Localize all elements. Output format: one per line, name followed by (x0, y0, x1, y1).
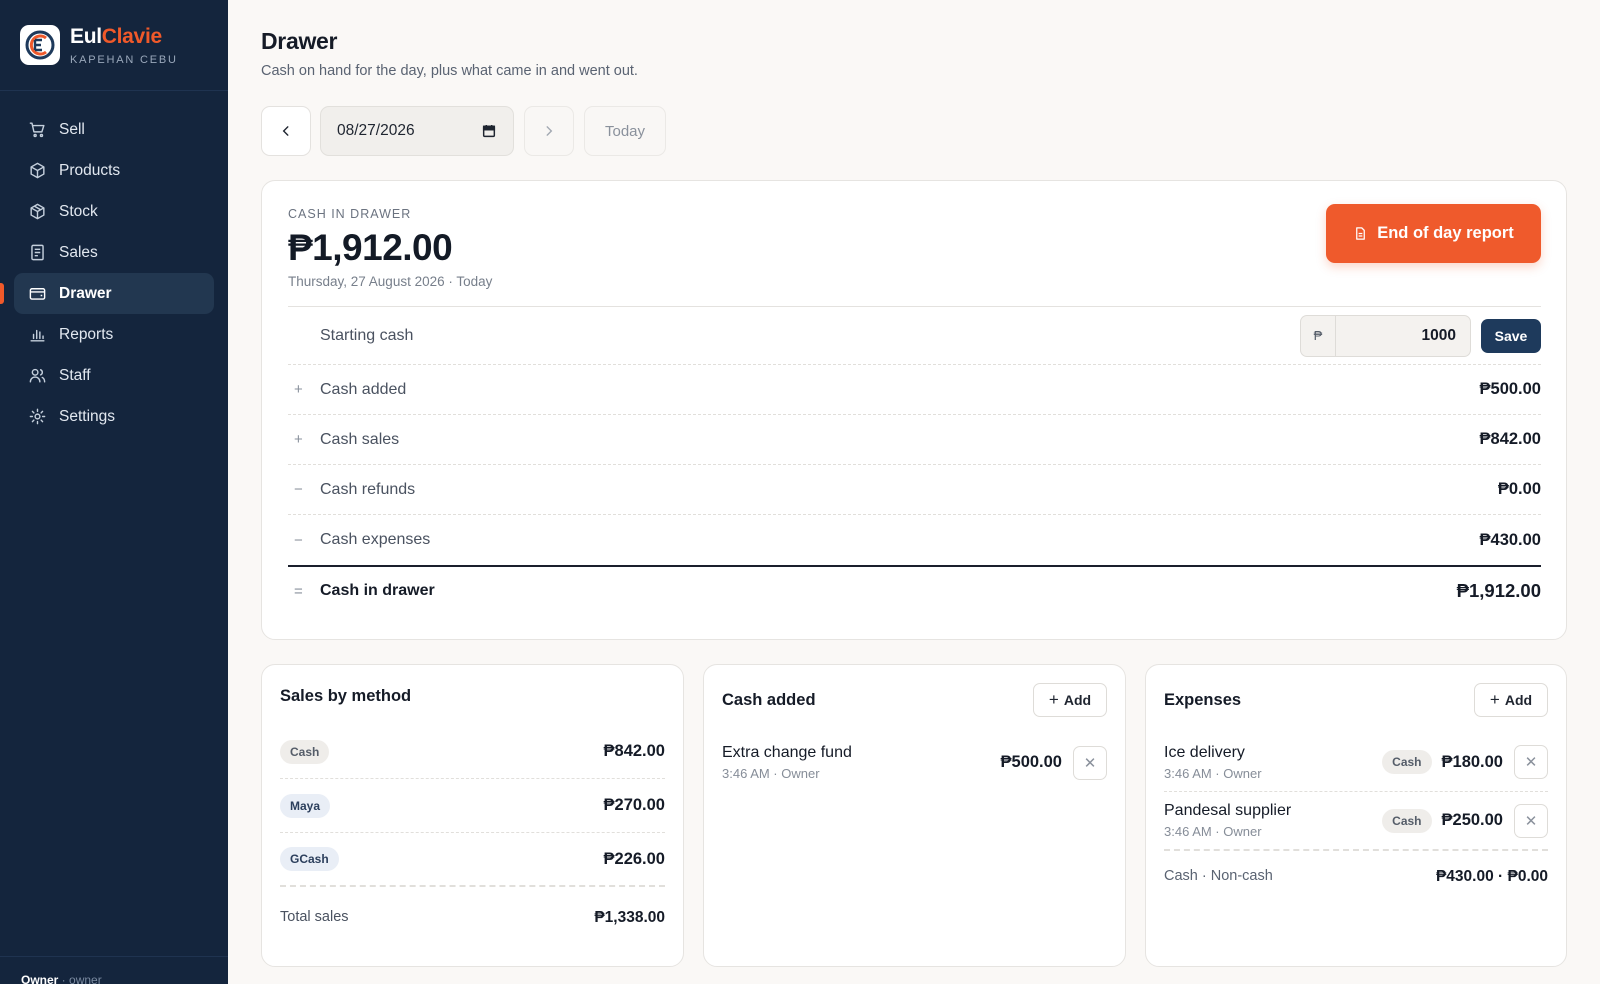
method-badge: Cash (1382, 750, 1432, 774)
plus-icon: + (1048, 690, 1059, 709)
plus-icon: + (1489, 690, 1500, 709)
brand[interactable]: EulClavie KAPEHAN CEBU (0, 0, 228, 91)
today-button[interactable]: Today (584, 106, 666, 156)
next-day-button[interactable] (524, 106, 574, 156)
box-icon (30, 162, 45, 179)
sidebar-item-label: Staff (59, 366, 91, 384)
bar-chart-icon (30, 329, 45, 342)
equals-sign: = (294, 582, 303, 600)
sidebar-item-label: Settings (59, 407, 116, 425)
total-sales-row: Total sales ₱1,338.00 (280, 909, 665, 926)
close-icon: ✕ (1083, 754, 1097, 772)
wallet-icon (29, 288, 46, 300)
sidebar-item-label: Sell (59, 120, 85, 138)
plus-sign: + (294, 431, 303, 448)
close-icon: ✕ (1524, 812, 1538, 830)
add-cash-button[interactable]: + Add (1033, 683, 1107, 717)
sidebar-item-sales[interactable]: Sales (14, 232, 214, 273)
users-icon (29, 368, 46, 383)
cash-in-drawer-amount: ₱1,912.00 (288, 227, 453, 268)
receipt-icon (31, 244, 44, 261)
sidebar-item-label: Reports (59, 325, 114, 343)
method-row: GCash ₱226.00 (280, 833, 665, 887)
user-name: Owner (21, 973, 59, 984)
sidebar-item-products[interactable]: Products (14, 150, 214, 191)
method-row: Maya ₱270.00 (280, 779, 665, 833)
cash-added-row: + Cash added ₱500.00 (288, 365, 1541, 415)
card-title: Cash added (722, 691, 816, 709)
sidebar-item-reports[interactable]: Reports (14, 314, 214, 355)
sidebar: EulClavie KAPEHAN CEBU Sell Products Sto… (0, 0, 228, 984)
user-role: owner (69, 973, 102, 984)
sidebar-item-drawer[interactable]: Drawer (0, 273, 214, 314)
date-navigator: 08/27/2026 Today (261, 106, 666, 156)
previous-day-button[interactable] (261, 106, 311, 156)
remove-entry-button[interactable]: ✕ (1514, 745, 1548, 779)
package-icon (30, 203, 45, 220)
sidebar-user: Owner · owner (0, 956, 228, 984)
sidebar-nav: Sell Products Stock Sales Drawer Reports… (0, 91, 228, 437)
list-item: Extra change fund 3:46 AM · Owner ₱500.0… (722, 733, 1107, 792)
currency-symbol: ₱ (1300, 314, 1335, 357)
cash-in-drawer-card: CASH IN DRAWER ₱1,912.00 Thursday, 27 Au… (261, 180, 1567, 640)
cash-expenses-row: − Cash expenses ₱430.00 (288, 515, 1541, 565)
list-item: Ice delivery 3:46 AM · Owner Cash ₱180.0… (1164, 733, 1548, 792)
minus-sign: − (294, 481, 303, 498)
cash-sales-row: + Cash sales ₱842.00 (288, 415, 1541, 465)
list-item: Pandesal supplier 3:46 AM · Owner Cash ₱… (1164, 792, 1548, 851)
cash-in-drawer-label: CASH IN DRAWER (288, 207, 412, 221)
chevron-right-icon (546, 126, 553, 136)
date-input[interactable]: 08/27/2026 (320, 106, 514, 156)
card-title: Expenses (1164, 691, 1242, 709)
cash-added-card: Cash added + Add Extra change fund 3:46 A… (703, 664, 1126, 967)
starting-cash-group: ₱ Save (1300, 314, 1541, 357)
close-icon: ✕ (1524, 754, 1538, 771)
chevron-left-icon (282, 126, 289, 136)
save-button[interactable]: Save (1481, 318, 1541, 353)
sidebar-item-sell[interactable]: Sell (14, 109, 214, 150)
document-icon (1356, 227, 1366, 240)
sidebar-item-label: Sales (59, 243, 98, 261)
expenses-card: Expenses + Add Ice delivery 3:46 AM · Own… (1145, 664, 1567, 967)
method-badge: GCash (280, 847, 339, 871)
cash-refunds-row: − Cash refunds ₱0.00 (288, 465, 1541, 515)
sidebar-item-label: Drawer (59, 284, 112, 302)
brand-subtitle: KAPEHAN CEBU (70, 53, 178, 66)
cart-icon (29, 122, 45, 138)
add-expense-button[interactable]: + Add (1474, 683, 1548, 717)
brand-name: EulClavie (70, 24, 162, 48)
card-title: Sales by method (280, 687, 412, 705)
sidebar-item-label: Stock (59, 202, 98, 220)
sales-by-method-card: Sales by method Cash ₱842.00 Maya ₱270.0… (261, 664, 684, 967)
drawer-breakdown: Starting cash ₱ Save + Cash added ₱500.0… (288, 306, 1541, 615)
method-badge: Maya (280, 793, 331, 818)
sidebar-item-staff[interactable]: Staff (14, 355, 214, 396)
page-title: Drawer (261, 28, 338, 54)
method-badge: Cash (1382, 808, 1432, 833)
brand-logo-icon (20, 25, 60, 65)
sidebar-item-settings[interactable]: Settings (14, 396, 214, 437)
drawer-date: Thursday, 27 August 2026 · Today (288, 274, 493, 289)
date-value: 08/27/2026 (337, 122, 415, 139)
cash-in-drawer-total-row: = Cash in drawer ₱1,912.00 (288, 565, 1541, 615)
expenses-summary: Cash · Non-cash ₱430.00 · ₱0.00 (1164, 868, 1548, 885)
page-subtitle: Cash on hand for the day, plus what came… (261, 63, 638, 79)
plus-sign: + (294, 381, 303, 398)
method-badge: Cash (280, 739, 330, 764)
starting-cash-input[interactable] (1335, 314, 1471, 357)
gear-icon (29, 408, 46, 425)
calendar-icon[interactable] (481, 123, 497, 139)
starting-cash-row: Starting cash ₱ Save (288, 307, 1541, 365)
sidebar-item-label: Products (59, 161, 121, 179)
end-of-day-report-button[interactable]: End of day report (1326, 204, 1541, 263)
method-row: Cash ₱842.00 (280, 725, 665, 779)
sidebar-item-stock[interactable]: Stock (14, 191, 214, 232)
remove-entry-button[interactable]: ✕ (1073, 745, 1107, 780)
starting-cash-label: Starting cash (320, 326, 414, 344)
remove-entry-button[interactable]: ✕ (1514, 803, 1548, 838)
minus-sign: − (294, 531, 303, 549)
